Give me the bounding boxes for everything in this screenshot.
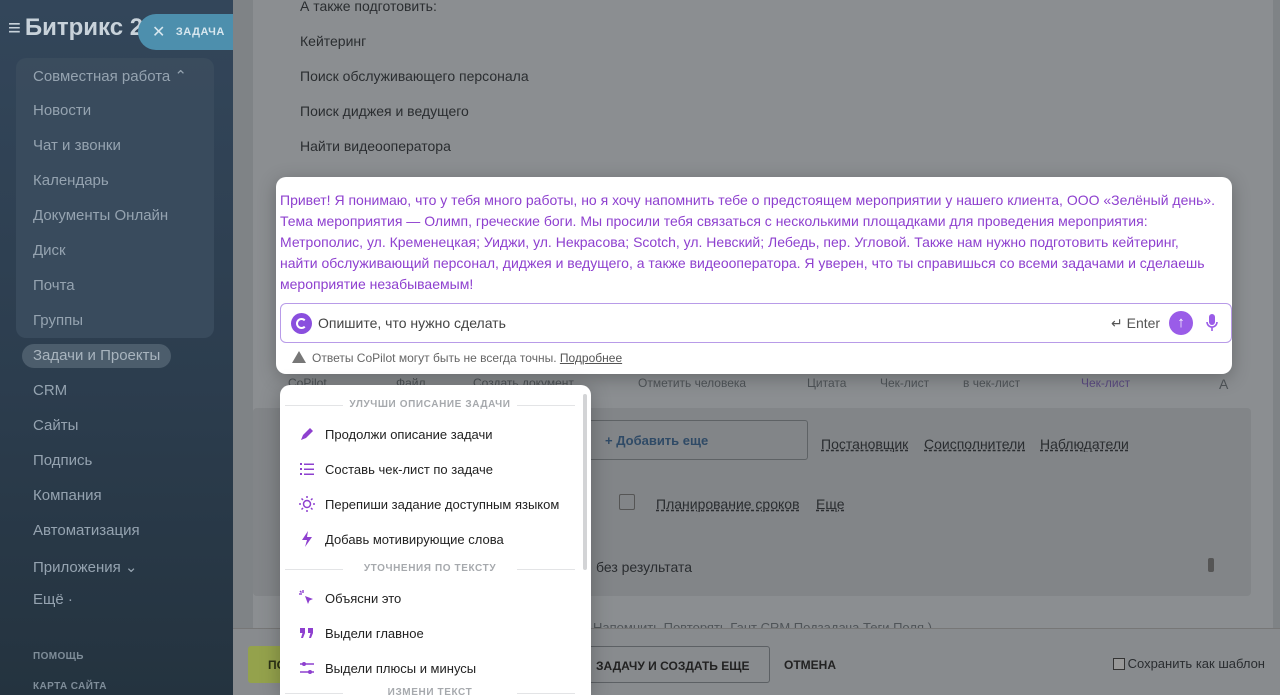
sidebar-item-calendar[interactable]: Календарь: [33, 172, 109, 189]
sun-icon: [299, 496, 315, 512]
add-more-button[interactable]: + Добавить еще: [588, 420, 808, 460]
more-info-link[interactable]: Подробнее: [560, 351, 622, 365]
cancel-button[interactable]: ОТМЕНА: [784, 658, 836, 672]
copilot-logo-icon: [291, 313, 312, 334]
menu-item-label: Перепиши задание доступным языком: [325, 496, 560, 512]
sidebar-item-apps[interactable]: Приложения ⌄: [33, 558, 138, 576]
more-link[interactable]: Еще: [816, 496, 845, 512]
sidebar-item-automation[interactable]: Автоматизация: [33, 522, 140, 539]
copilot-panel: Привет! Я понимаю, что у тебя много рабо…: [276, 177, 1232, 374]
toolbar-quote[interactable]: Цитата: [807, 376, 846, 390]
no-result-label: без результата: [596, 559, 693, 575]
editor-line: Поиск обслуживающего персонала: [300, 68, 529, 84]
menu-item-continue[interactable]: Продолжи описание задачи: [298, 425, 493, 443]
copilot-result-text: Привет! Я понимаю, что у тебя много рабо…: [280, 192, 1216, 292]
send-arrow-icon[interactable]: ↑: [1169, 311, 1193, 335]
menu-item-simplify[interactable]: Перепиши задание доступным языком: [298, 495, 559, 513]
menu-icon[interactable]: ≡: [8, 15, 21, 40]
editor-line: А также подготовить:: [300, 0, 437, 14]
pin-icon[interactable]: [1208, 558, 1214, 572]
sidebar-item-sites[interactable]: Сайты: [33, 417, 78, 434]
toolbar-checklist[interactable]: Чек-лист: [880, 376, 929, 390]
menu-section-clarify: УТОЧНЕНИЯ ПО ТЕКСТУ: [280, 563, 580, 574]
checkbox-icon[interactable]: [1112, 657, 1125, 670]
logo-text: Битрикс 24: [24, 14, 157, 41]
task-slider-chip[interactable]: ✕ ЗАДАЧА: [138, 14, 233, 50]
menu-scrollbar[interactable]: [583, 394, 587, 570]
toolbar-to-checklist[interactable]: в чек-лист: [963, 376, 1020, 390]
planning-link[interactable]: Планирование сроков: [656, 496, 800, 512]
menu-section-change: ИЗМЕНИ ТЕКСТ: [280, 687, 580, 695]
enter-hint: ↵ Enter: [1111, 315, 1161, 331]
toolbar-checklist-add[interactable]: Чек-лист: [1081, 376, 1130, 390]
role-coexecutors[interactable]: Соисполнители: [924, 436, 1025, 452]
sidebar-item-groups[interactable]: Группы: [33, 312, 83, 329]
menu-item-label: Составь чек-лист по задаче: [325, 461, 493, 477]
list-icon: [300, 463, 314, 475]
app-logo[interactable]: ≡ Битрикс 24: [8, 14, 156, 42]
editor-line: Найти видеооператора: [300, 138, 451, 154]
menu-item-label: Выдели главное: [325, 625, 424, 641]
toolbar-format[interactable]: A: [1219, 376, 1228, 392]
help-link[interactable]: ПОМОЩЬ: [33, 651, 84, 662]
editor-line: Поиск диджея и ведущего: [300, 103, 469, 119]
sidebar-item-sign[interactable]: Подпись: [33, 452, 92, 469]
pen-icon: [301, 428, 313, 440]
menu-item-highlight[interactable]: Выдели главное: [298, 624, 424, 642]
menu-item-label: Добавь мотивирующие слова: [325, 531, 504, 547]
menu-item-label: Выдели плюсы и минусы: [325, 660, 477, 676]
calendar-icon[interactable]: [619, 494, 635, 510]
microphone-icon[interactable]: [1205, 312, 1219, 334]
role-observers[interactable]: Наблюдатели: [1040, 436, 1129, 452]
sidebar-item-company[interactable]: Компания: [33, 487, 102, 504]
menu-item-checklist[interactable]: Составь чек-лист по задаче: [298, 460, 493, 478]
sidebar-item-more[interactable]: Ещё ·: [33, 591, 73, 608]
editor-line: Кейтеринг: [300, 33, 367, 49]
task-chip-label: ЗАДАЧА: [175, 26, 225, 38]
disclaimer-text: Ответы CoPilot могут быть не всегда точн…: [312, 351, 557, 365]
sidebar-item-documents[interactable]: Документы Онлайн: [33, 207, 168, 224]
toolbar-mention[interactable]: Отметить человека: [638, 376, 746, 390]
menu-section-improve: УЛУЧШИ ОПИСАНИЕ ЗАДАЧИ: [280, 399, 580, 410]
copilot-commands-menu: УЛУЧШИ ОПИСАНИЕ ЗАДАЧИ Продолжи описание…: [280, 385, 591, 695]
save-template-checkbox[interactable]: Сохранить как шаблон: [1112, 656, 1265, 671]
menu-item-motivate[interactable]: Добавь мотивирующие слова: [298, 530, 504, 548]
close-icon[interactable]: ✕: [152, 22, 166, 42]
sidebar-item-mail[interactable]: Почта: [33, 277, 75, 294]
create-and-more-button[interactable]: ЗАДАЧУ И СОЗДАТЬ ЕЩЕ: [573, 646, 770, 683]
sidebar-item-disk[interactable]: Диск: [33, 242, 66, 259]
warning-icon: [292, 351, 306, 363]
sidebar-item-crm[interactable]: CRM: [33, 382, 67, 399]
copilot-input-box: ↵ Enter ↑: [280, 303, 1232, 343]
menu-item-explain[interactable]: Объясни это: [298, 589, 401, 607]
left-sidebar: ≡ Битрикс 24 ✕ ЗАДАЧА Совместная работа ⌃ …: [0, 0, 233, 695]
copilot-disclaimer: Ответы CoPilot могут быть не всегда точн…: [292, 351, 622, 365]
sidebar-item-news[interactable]: Новости: [33, 102, 91, 119]
sliders-icon: [300, 662, 314, 674]
menu-item-label: Объясни это: [325, 590, 402, 606]
copilot-prompt-input[interactable]: [318, 312, 1038, 334]
menu-item-pros-cons[interactable]: Выдели плюсы и минусы: [298, 659, 476, 677]
quote-icon: [300, 628, 313, 638]
cursor-click-icon: [299, 590, 313, 604]
menu-item-label: Продолжи описание задачи: [325, 426, 493, 442]
sitemap-link[interactable]: КАРТА САЙТА: [33, 681, 107, 692]
lightning-icon: [302, 531, 312, 547]
sidebar-group: [16, 58, 214, 338]
sidebar-item-collaboration[interactable]: Совместная работа ⌃: [33, 67, 187, 85]
role-author[interactable]: Постановщик: [821, 436, 908, 452]
sidebar-item-tasks[interactable]: Задачи и Проекты: [22, 344, 172, 368]
save-template-label: Сохранить как шаблон: [1127, 656, 1265, 671]
sidebar-item-chat[interactable]: Чат и звонки: [33, 137, 121, 154]
